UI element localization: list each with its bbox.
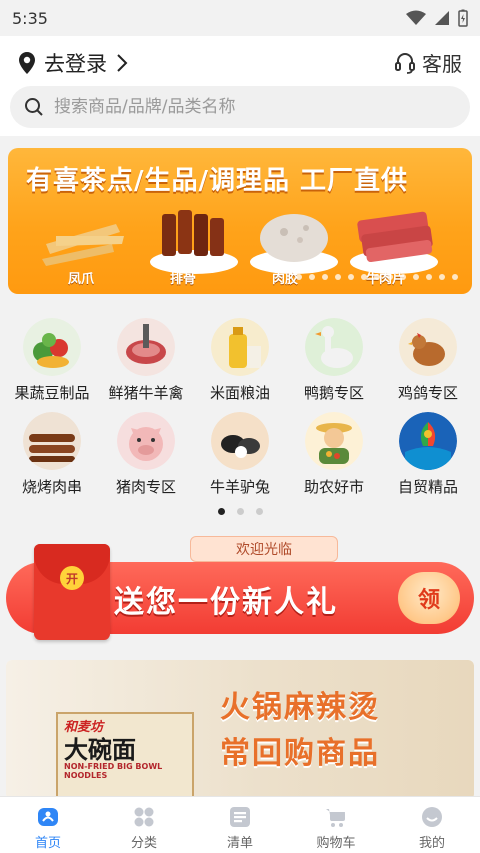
chevron-right-icon [117,54,128,72]
category-label: 鸭鹅专区 [303,384,364,402]
search-bar[interactable] [10,86,470,128]
list-icon [230,807,250,827]
category-label: 鲜猪牛羊禽 [108,384,184,402]
welcome-tag: 欢迎光临 [190,536,338,562]
category-label: 烧烤肉串 [21,478,82,496]
banner-item-label: 排骨 [170,272,197,287]
category-label: 米面粮油 [209,384,270,402]
nav-label: 分类 [130,836,157,851]
category-label: 猪肉专区 [115,478,176,496]
nav-label: 清单 [226,836,253,851]
cart-icon [326,809,345,827]
product-title-line1: 火锅麻辣烫 [220,690,380,725]
product-subtitle: NON-FRIED BIG BOWL NOODLES [64,762,163,780]
battery-icon [458,9,468,27]
free-trade-icon [399,412,457,470]
nav-profile[interactable]: 我的 [384,797,480,853]
vegetables-icon [23,318,81,376]
goose-icon [305,318,363,376]
category-cattle-sheep[interactable]: 牛羊驴兔 [192,412,288,497]
product-title-line2: 常回购商品 [220,736,380,771]
envelope-seal: 开 [60,566,84,590]
category-label: 自贸精品 [397,478,458,496]
new-user-gift-banner[interactable]: 欢迎光临 开 送您一份新人礼 领 [6,532,474,642]
profile-icon [422,807,442,827]
oil-grain-icon [211,318,269,376]
category-label: 果蔬豆制品 [14,384,90,402]
search-icon [25,98,43,116]
category-pagination-dots [0,508,480,515]
product-feature-card[interactable]: 火锅麻辣烫 常回购商品 和麦坊 大碗面 NON-FRIED BIG BOWL N… [6,660,474,800]
banner-item-label: 肉胶 [272,272,299,287]
bbq-icon [23,412,81,470]
headset-icon [395,52,415,74]
category-grain-oil[interactable]: 米面粮油 [192,318,288,403]
status-icons [406,9,468,27]
chicken-icon [399,318,457,376]
red-envelope-icon: 开 [34,544,110,640]
category-fresh-meat[interactable]: 鲜猪牛羊禽 [98,318,194,403]
category-bbq[interactable]: 烧烤肉串 [4,412,100,497]
customer-service-label: 客服 [422,52,462,76]
category-duck-goose[interactable]: 鸭鹅专区 [286,318,382,403]
login-label: 去登录 [44,52,107,76]
status-time: 5:35 [12,8,48,28]
chicken-feet-image [42,224,124,266]
signal-icon [435,11,449,25]
nav-label: 首页 [34,836,61,851]
category-free-trade[interactable]: 自贸精品 [380,412,476,497]
login-location-button[interactable]: 去登录 [18,48,129,78]
product-name: 大碗面 [64,736,136,764]
claim-gift-button[interactable]: 领 [398,572,460,624]
search-input[interactable] [54,97,434,117]
pig-icon [117,412,175,470]
category-label: 鸡鸽专区 [397,384,458,402]
customer-service-button[interactable]: 客服 [394,48,462,77]
meat-paste-image [250,214,338,274]
header: 去登录 客服 [0,36,480,136]
nav-list[interactable]: 清单 [192,797,288,853]
noodle-box-image: 和麦坊 大碗面 NON-FRIED BIG BOWL NOODLES [56,712,194,800]
nav-label: 我的 [418,836,445,851]
ribs-image [150,210,238,274]
category-label: 助农好市 [303,478,364,496]
category-farmer-market[interactable]: 助农好市 [286,412,382,497]
wifi-icon [406,10,426,25]
bottom-nav: 首页 分类 清单 购物车 我的 [0,796,480,853]
category-icon [134,807,154,827]
location-pin-icon [19,52,35,74]
banner-item-label: 凤爪 [68,272,95,287]
home-icon [38,808,58,826]
nav-cart[interactable]: 购物车 [288,797,384,853]
category-pork[interactable]: 猪肉专区 [98,412,194,497]
nav-category[interactable]: 分类 [96,797,192,853]
nav-home[interactable]: 首页 [0,797,96,853]
cattle-icon [211,412,269,470]
banner-title: 有喜茶点/生品/调理品 工厂直供 [26,166,409,196]
category-vegetables[interactable]: 果蔬豆制品 [4,318,100,403]
category-chicken-pigeon[interactable]: 鸡鸽专区 [380,318,476,403]
nav-label: 购物车 [316,836,356,851]
farmer-icon [305,412,363,470]
promo-banner-carousel[interactable]: 有喜茶点/生品/调理品 工厂直供 凤爪 排骨 肉胶 牛肉片 [8,148,472,294]
banner-pagination-dots [296,274,458,280]
category-label: 牛羊驴兔 [209,478,270,496]
promo-text: 送您一份新人礼 [114,585,338,620]
meat-icon [117,318,175,376]
status-bar: 5:35 [0,0,480,36]
beef-slices-image [350,211,438,274]
